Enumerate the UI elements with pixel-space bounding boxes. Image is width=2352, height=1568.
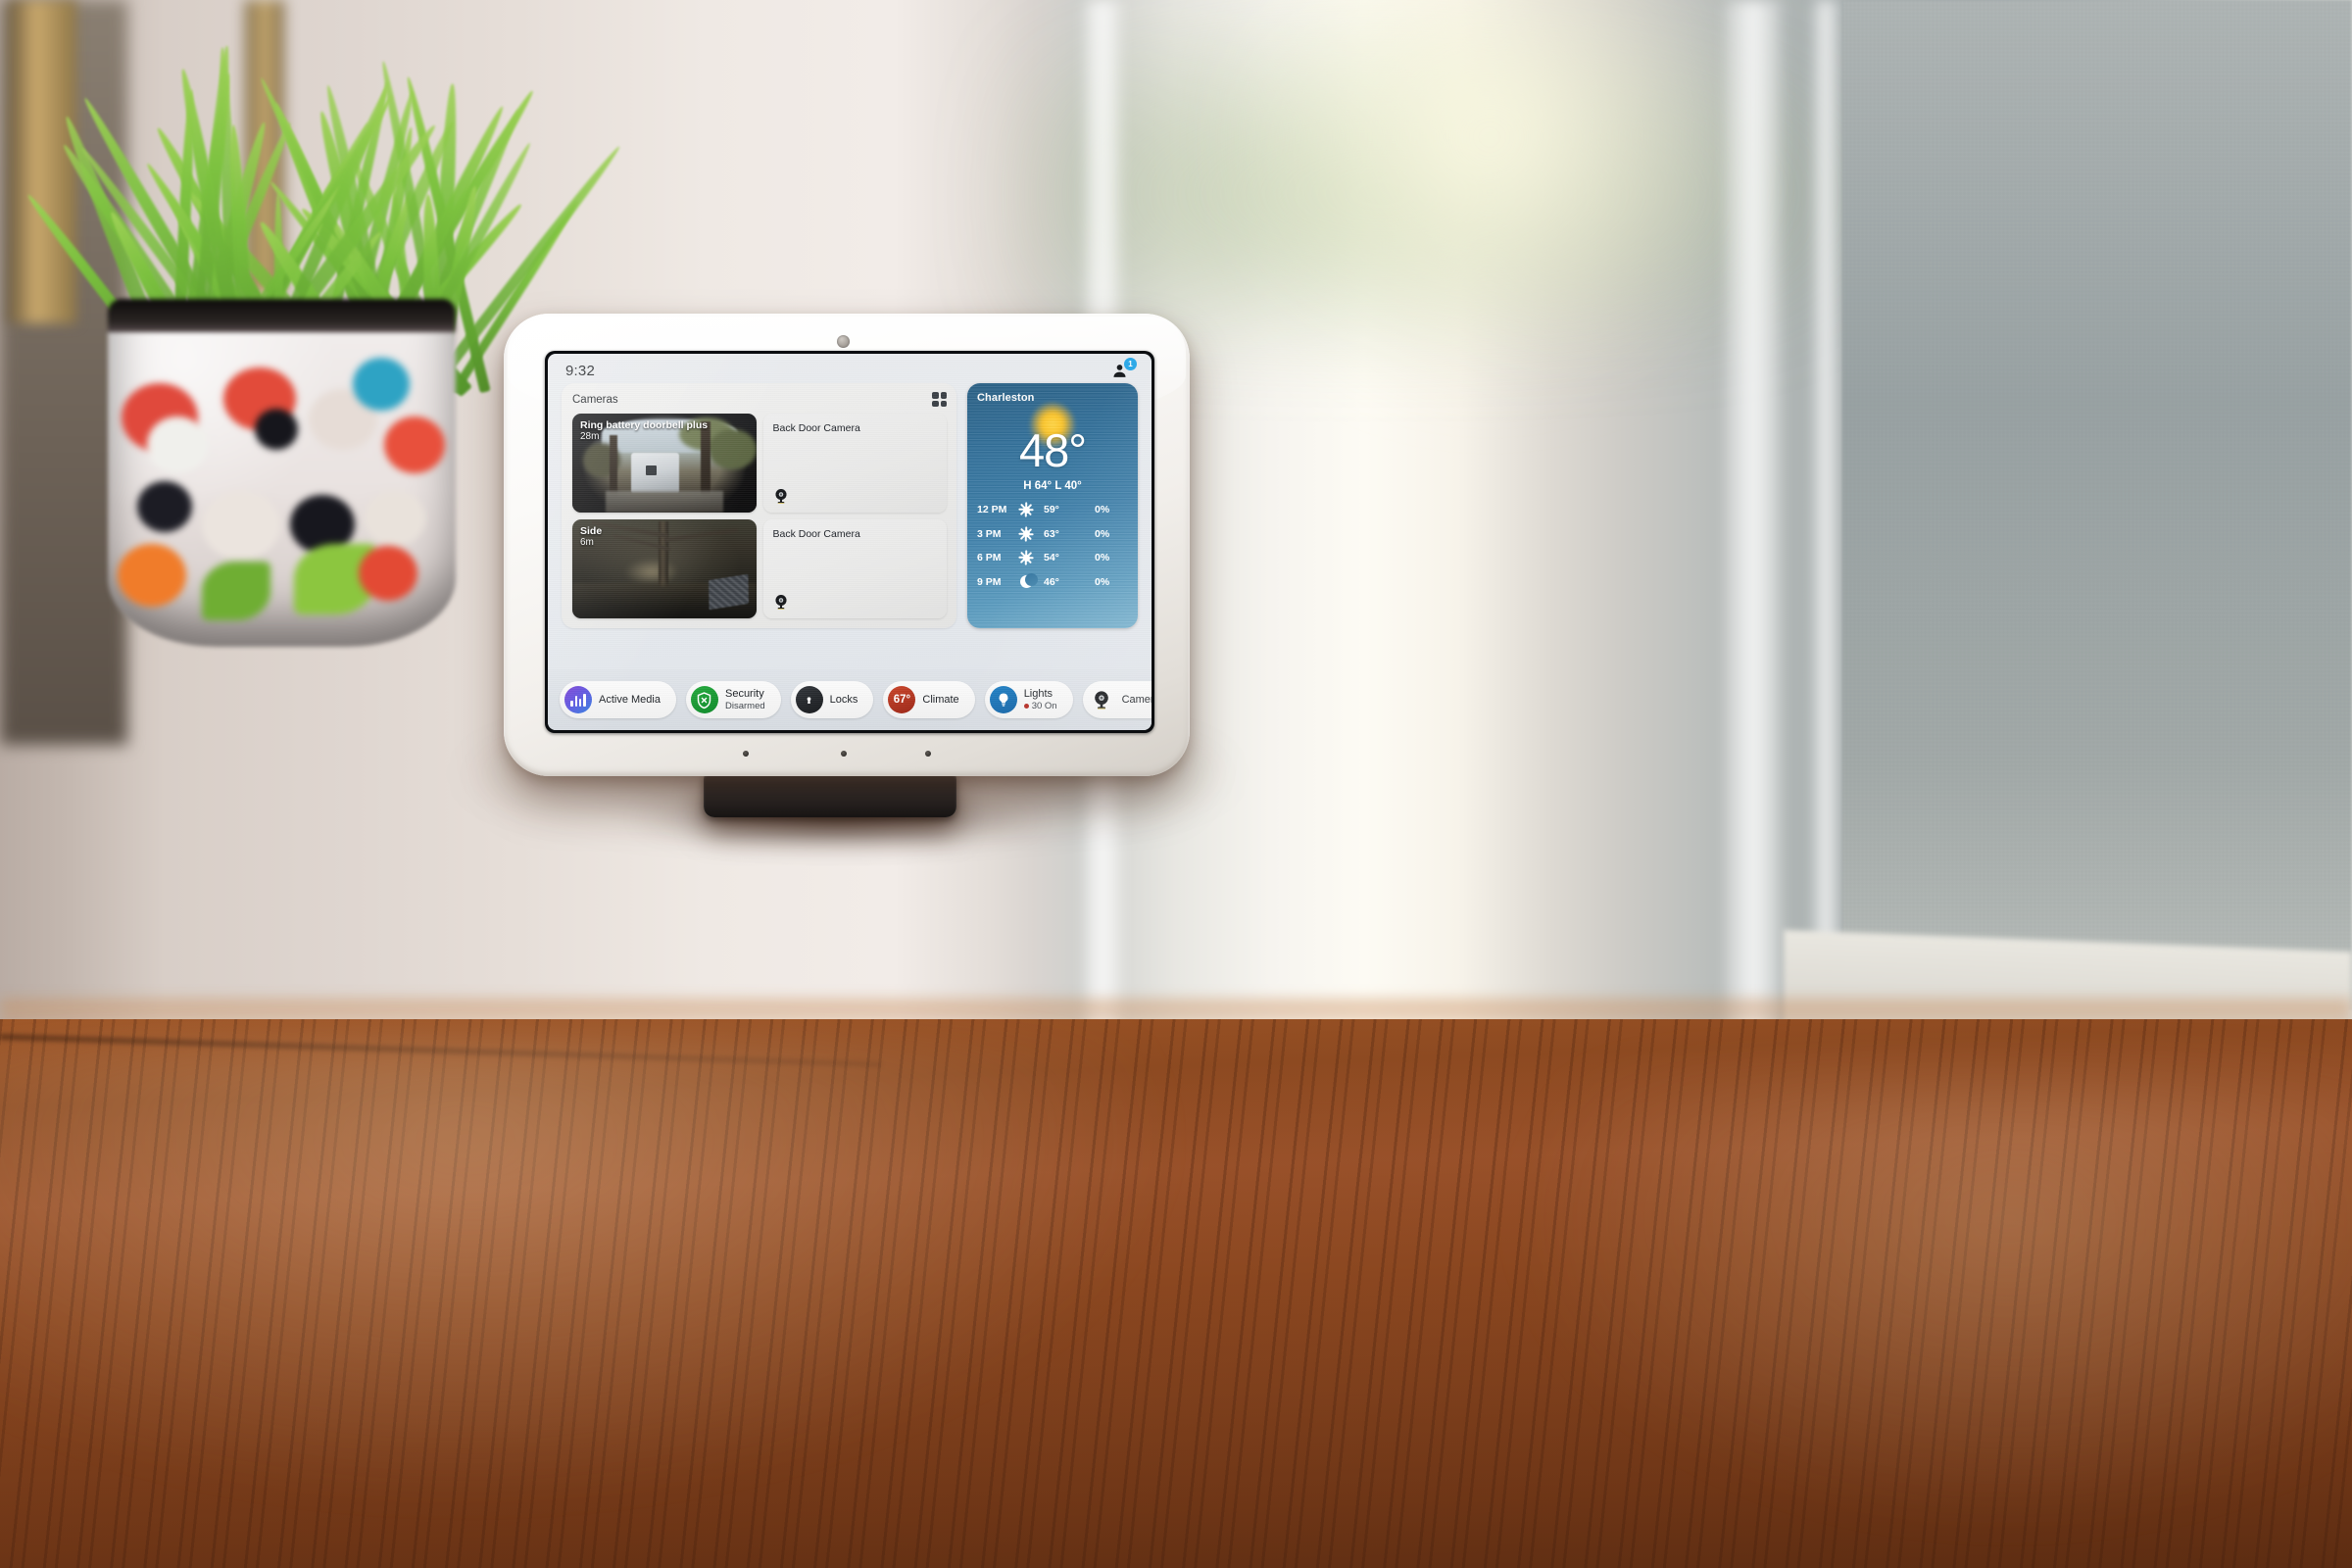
forecast-time: 3 PM (977, 528, 1018, 540)
current-temperature: 48° (977, 427, 1128, 473)
camera-tile-label: Side 6m (580, 525, 602, 549)
forecast-precip: 0% (1095, 552, 1128, 564)
chip-text: Cameras (1122, 694, 1152, 707)
chip-label: Lights (1024, 688, 1057, 701)
chip-sublabel: Disarmed (725, 701, 765, 711)
chip-sublabel: 30 On (1024, 701, 1057, 711)
status-bar: 9:32 1 (548, 354, 1152, 387)
chip-cameras[interactable]: Cameras (1083, 681, 1152, 718)
chip-climate[interactable]: 67° Climate (883, 681, 974, 718)
forecast-precip: 0% (1095, 576, 1128, 588)
camera-name: Back Door Camera (773, 528, 860, 540)
smart-display-device: 9:32 1 Cameras Ring battery doorbell plu… (504, 314, 1190, 776)
forecast-time: 6 PM (977, 552, 1018, 564)
high-low-temperature: H 64° L 40° (977, 480, 1128, 492)
chip-label: Climate (922, 694, 958, 707)
account-button[interactable]: 1 (1110, 360, 1136, 381)
forecast-row: 12 PM 59° 0% (977, 502, 1128, 517)
chip-security[interactable]: Security Disarmed (686, 681, 781, 718)
window-screen-mesh (1842, 0, 2352, 1009)
forecast-precip: 0% (1095, 504, 1128, 515)
sun-icon (1018, 550, 1034, 565)
chip-lights[interactable]: Lights 30 On (985, 681, 1073, 718)
chip-label: Security (725, 688, 765, 701)
chip-text: Active Media (599, 694, 661, 707)
window-light-glow (1215, 0, 1764, 392)
camera-age: 28m (580, 431, 708, 443)
lock-icon (796, 686, 823, 713)
webcam-icon (772, 487, 790, 505)
camera-tile-label: Ring battery doorbell plus 28m (580, 419, 708, 443)
microphone-holes (504, 751, 1190, 760)
window-mullion (1725, 0, 1782, 1039)
camera-tile-backdoor-1[interactable]: Back Door Camera (763, 414, 948, 513)
clock: 9:32 (565, 363, 595, 379)
front-camera-icon (837, 335, 850, 348)
chip-label: Active Media (599, 694, 661, 707)
camera-name: Back Door Camera (773, 422, 860, 434)
photo-scene: 9:32 1 Cameras Ring battery doorbell plu… (0, 0, 2352, 1568)
chip-locks[interactable]: Locks (791, 681, 874, 718)
forecast-precip: 0% (1095, 528, 1128, 540)
forecast-row: 3 PM 63° 0% (977, 526, 1128, 542)
display-screen[interactable]: 9:32 1 Cameras Ring battery doorbell plu… (548, 354, 1152, 730)
webcam-icon (1088, 686, 1115, 713)
window-mullion (1813, 0, 1838, 1019)
sun-icon (1018, 502, 1034, 517)
webcam-icon (772, 593, 790, 611)
chip-text: Locks (830, 694, 858, 707)
forecast-temp: 59° (1044, 504, 1095, 515)
forecast-row: 6 PM 54° 0% (977, 550, 1128, 565)
grid-view-icon[interactable] (932, 392, 947, 407)
table-highlight (0, 1039, 1274, 1548)
chip-text: Security Disarmed (725, 688, 765, 711)
sun-icon (1018, 526, 1034, 542)
chip-label: Cameras (1122, 694, 1152, 707)
quick-controls-bar: Active Media Security Disarmed Locks 67°… (548, 669, 1152, 730)
media-bars-icon (564, 686, 592, 713)
camera-tile-doorbell[interactable]: Ring battery doorbell plus 28m (572, 414, 757, 513)
weather-card[interactable]: Charleston 48° H 64° L 40° 12 PM 59° 0% … (967, 383, 1138, 628)
forecast-time: 12 PM (977, 504, 1018, 515)
camera-age: 6m (580, 537, 602, 549)
forecast-temp: 63° (1044, 528, 1095, 540)
forecast-time: 9 PM (977, 576, 1018, 588)
camera-name: Side (580, 525, 602, 537)
cameras-header: Cameras (572, 392, 947, 407)
forecast-row: 9 PM 46° 0% (977, 574, 1128, 590)
shield-x-icon (691, 686, 718, 713)
table-highlight (1470, 1078, 2352, 1548)
chip-text: Climate (922, 694, 958, 707)
chip-active-media[interactable]: Active Media (560, 681, 676, 718)
hourly-forecast-list: 12 PM 59° 0% 3 PM 63° 0% 6 PM 54° 0% 9 P… (977, 502, 1128, 590)
cameras-panel[interactable]: Cameras Ring battery doorbell plus 28m B… (562, 383, 956, 628)
cameras-title: Cameras (572, 394, 618, 406)
lightbulb-icon (990, 686, 1017, 713)
forecast-temp: 46° (1044, 576, 1095, 588)
flower-pot (108, 299, 456, 647)
camera-name: Ring battery doorbell plus (580, 419, 708, 431)
device-stand (704, 772, 956, 817)
main-content: Cameras Ring battery doorbell plus 28m B… (548, 383, 1152, 628)
chip-text: Lights 30 On (1024, 688, 1057, 711)
forecast-temp: 54° (1044, 552, 1095, 564)
cameras-grid: Ring battery doorbell plus 28m Back Door… (572, 414, 947, 618)
moon-icon (1018, 574, 1034, 590)
temp-badge-icon: 67° (888, 686, 915, 713)
notification-badge: 1 (1124, 358, 1137, 370)
camera-tile-backdoor-2[interactable]: Back Door Camera (763, 519, 948, 618)
chip-label: Locks (830, 694, 858, 707)
camera-tile-side[interactable]: Side 6m (572, 519, 757, 618)
screen-bezel: 9:32 1 Cameras Ring battery doorbell plu… (545, 351, 1154, 733)
